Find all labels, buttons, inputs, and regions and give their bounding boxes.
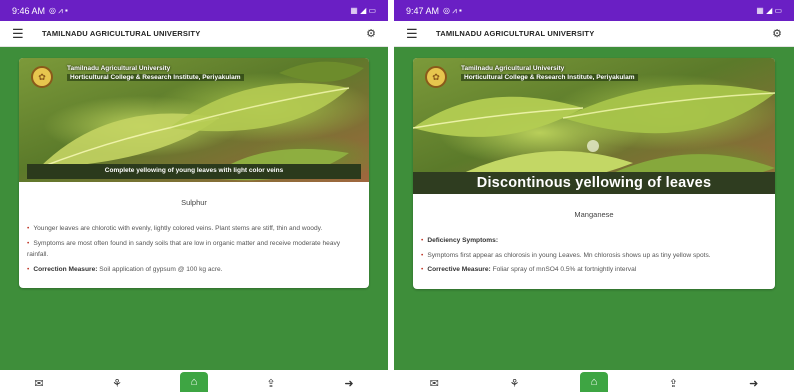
plant-icon[interactable]: ⚘ bbox=[102, 374, 132, 392]
university-name: Tamilnadu Agricultural University bbox=[67, 65, 171, 72]
image-caption: Discontinous yellowing of leaves bbox=[413, 172, 775, 194]
app-bar: ☰ TAMILNADU AGRICULTURAL UNIVERSITY ⚙ bbox=[394, 21, 794, 47]
logout-icon[interactable]: ➜ bbox=[334, 374, 364, 392]
university-name: Tamilnadu Agricultural University bbox=[461, 65, 565, 72]
status-time: 9:47 AM bbox=[406, 5, 440, 16]
app-title: TAMILNADU AGRICULTURAL UNIVERSITY bbox=[42, 29, 201, 38]
bullet-icon: • bbox=[421, 251, 424, 259]
paragraph: • Corrective Measure: Foliar spray of mnS… bbox=[421, 266, 637, 274]
content-area: ✿ Tamilnadu Agricultural University Hort… bbox=[394, 47, 794, 392]
upload-icon[interactable]: ⇪ bbox=[658, 374, 688, 392]
home-icon[interactable]: ⌂ bbox=[180, 372, 208, 392]
paragraph: • Symptoms first appear as chlorosis in y… bbox=[421, 251, 711, 259]
university-logo: ✿ bbox=[425, 66, 447, 88]
paragraph: • Symptoms are most often found in sandy … bbox=[27, 239, 341, 259]
notification-icon: ◎ ⩘ ▪ bbox=[443, 5, 462, 15]
bullet-icon: • bbox=[421, 237, 424, 245]
deficiency-card: ✿ Tamilnadu Agricultural University Hort… bbox=[413, 58, 775, 289]
home-icon[interactable]: ⌂ bbox=[579, 372, 608, 392]
deficiency-card: ✿ Tamilnadu Agricultural University Hort… bbox=[19, 58, 369, 289]
notification-icon: ◎ ⩘ ▪ bbox=[49, 5, 68, 15]
mail-icon[interactable]: ✉ bbox=[419, 374, 449, 392]
status-time: 9:46 AM bbox=[12, 5, 46, 16]
battery-signal-icon: ▦ ◢ ▭ bbox=[350, 6, 376, 15]
status-bar: 9:46 AM ◎ ⩘ ▪ ▦ ◢ ▭ bbox=[0, 0, 388, 21]
phone-screen-sulphur: 9:46 AM ◎ ⩘ ▪ ▦ ◢ ▭ ☰ TAMILNADU AGRICULT… bbox=[0, 0, 388, 392]
nutrient-name: Manganese bbox=[574, 210, 614, 219]
description: Manganese • Deficiency Symptoms: • Symptom… bbox=[413, 194, 775, 289]
image-caption: Complete yellowing of young leaves with … bbox=[27, 164, 361, 179]
bullet-icon: • bbox=[27, 239, 30, 247]
logout-icon[interactable]: ➜ bbox=[739, 374, 769, 392]
leaf-photo: ✿ Tamilnadu Agricultural University Hort… bbox=[19, 58, 369, 182]
paragraph: • Younger leaves are chlorotic with evenl… bbox=[27, 225, 323, 233]
nutrient-name: Sulphur bbox=[181, 198, 207, 207]
plant-icon[interactable]: ⚘ bbox=[500, 374, 530, 392]
hamburger-menu-icon[interactable]: ☰ bbox=[12, 26, 34, 42]
bottom-navigation: ✉ ⚘ ⌂ ⇪ ➜ bbox=[0, 370, 388, 392]
bullet-icon: • bbox=[27, 265, 30, 273]
leaf-photo: ✿ Tamilnadu Agricultural University Hort… bbox=[413, 58, 775, 194]
mail-icon[interactable]: ✉ bbox=[24, 374, 54, 392]
college-name: Horticultural College & Research Institu… bbox=[461, 74, 638, 81]
university-logo: ✿ bbox=[31, 66, 53, 88]
bullet-icon: • bbox=[27, 225, 30, 233]
app-bar: ☰ TAMILNADU AGRICULTURAL UNIVERSITY ⚙ bbox=[0, 21, 388, 47]
description: Sulphur • Younger leaves are chlorotic wi… bbox=[19, 182, 369, 288]
content-area: ✿ Tamilnadu Agricultural University Hort… bbox=[0, 47, 388, 392]
paragraph: • Deficiency Symptoms: bbox=[421, 237, 499, 245]
upload-icon[interactable]: ⇪ bbox=[256, 374, 286, 392]
gear-icon[interactable]: ⚙ bbox=[772, 27, 782, 40]
status-bar: 9:47 AM ◎ ⩘ ▪ ▦ ◢ ▭ bbox=[394, 0, 794, 21]
app-title: TAMILNADU AGRICULTURAL UNIVERSITY bbox=[436, 29, 595, 38]
battery-signal-icon: ▦ ◢ ▭ bbox=[756, 6, 782, 15]
gear-icon[interactable]: ⚙ bbox=[366, 27, 376, 40]
hamburger-menu-icon[interactable]: ☰ bbox=[406, 26, 428, 42]
college-name: Horticultural College & Research Institu… bbox=[67, 74, 244, 81]
phone-screen-manganese: 9:47 AM ◎ ⩘ ▪ ▦ ◢ ▭ ☰ TAMILNADU AGRICULT… bbox=[394, 0, 794, 392]
bullet-icon: • bbox=[421, 266, 424, 274]
bottom-navigation: ✉ ⚘ ⌂ ⇪ ➜ bbox=[394, 370, 794, 392]
paragraph: • Correction Measure: Soil application of… bbox=[27, 265, 223, 273]
